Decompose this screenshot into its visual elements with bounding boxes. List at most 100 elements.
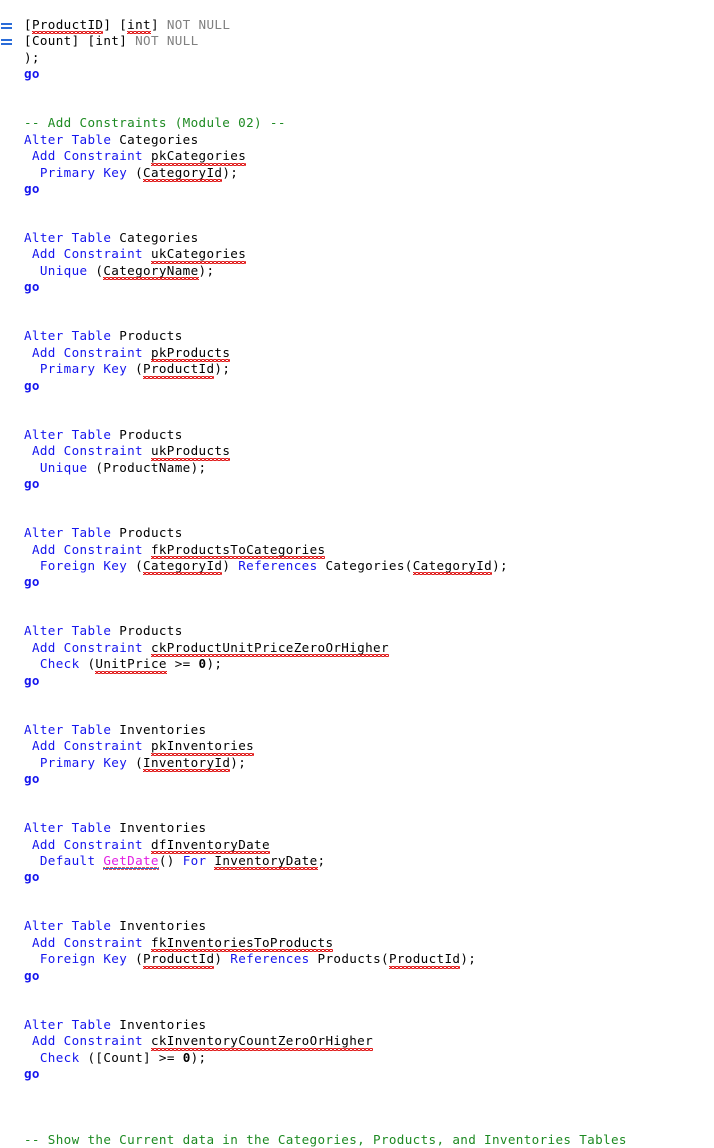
column-name: Count [103, 1049, 144, 1065]
code-line[interactable]: Alter Table Products [0, 427, 714, 443]
code-line[interactable]: Primary Key (ProductId); [0, 361, 714, 380]
for-keyword: For [182, 852, 207, 868]
code-line[interactable]: Add Constraint pkInventories [0, 738, 714, 757]
code-line[interactable]: Alter Table Products [0, 623, 714, 639]
table-name: Products [119, 525, 183, 541]
alter-keyword: Alter [24, 623, 64, 639]
code-line[interactable]: Add Constraint ukProducts [0, 443, 714, 462]
column-name: CategoryId [143, 557, 223, 576]
code-line[interactable]: -- Add Constraints (Module 02) -- [0, 115, 714, 131]
constraint-keyword: Constraint [63, 836, 143, 852]
paren-close: ); [492, 557, 508, 573]
code-line[interactable]: Add Constraint pkProducts [0, 344, 714, 363]
code-line[interactable]: -- Show the Current data in the Categori… [0, 1132, 714, 1148]
paren-close-mid: ) [214, 951, 231, 967]
references-keyword: References [230, 951, 310, 967]
paren-open: ( [87, 262, 104, 278]
code-line[interactable]: Add Constraint ckInventoryCountZeroOrHig… [0, 1033, 714, 1052]
code-line[interactable]: go [0, 574, 714, 590]
go-keyword: go [24, 770, 40, 786]
table-name: Inventories [119, 820, 207, 836]
paren-open: ( [127, 361, 144, 377]
key-keyword: Key [103, 951, 128, 967]
code-line[interactable]: go [0, 181, 714, 197]
code-line[interactable]: Alter Table Categories [0, 230, 714, 246]
code-line[interactable]: Add Constraint pkCategories [0, 148, 714, 166]
code-line[interactable]: [ProductID] [int] NOT NULL [0, 17, 714, 35]
constraint-name: dfInventoryDate [150, 836, 270, 855]
code-line[interactable]: go [0, 968, 714, 984]
code-line[interactable]: Check (UnitPrice >= 0); [0, 656, 714, 675]
code-line[interactable]: Alter Table Inventories [0, 820, 714, 836]
table-name: Categories [119, 131, 199, 147]
check-keyword: Check [39, 1049, 80, 1065]
paren-close: ); [214, 361, 231, 377]
code-line[interactable]: go [0, 869, 714, 885]
code-line[interactable]: ); [0, 50, 714, 66]
code-line[interactable]: Alter Table Inventories [0, 1017, 714, 1033]
constraint-name: fkProductsToCategories [150, 541, 326, 560]
comment-add-constraints: -- Add Constraints (Module 02) -- [24, 115, 286, 131]
code-line[interactable]: Alter Table Inventories [0, 722, 714, 738]
code-line[interactable]: go [0, 378, 714, 394]
sql-code-editor[interactable]: [ProductID] [int] NOT NULL [Count] [int]… [0, 0, 714, 1147]
constraint-keyword: Constraint [63, 639, 143, 655]
code-line[interactable]: go [0, 476, 714, 492]
code-line[interactable]: Unique (CategoryName); [0, 262, 714, 281]
paren-close: ); [230, 754, 247, 770]
constraint-name: pkProducts [150, 344, 231, 363]
check-keyword: Check [39, 656, 80, 672]
code-line[interactable]: Foreign Key (ProductId) References Produ… [0, 951, 714, 970]
code-line[interactable]: Add Constraint fkInventoriesToProducts [0, 935, 714, 953]
code-line[interactable]: Add Constraint fkProductsToCategories [0, 541, 714, 560]
alter-keyword: Alter [24, 721, 64, 737]
code-line[interactable]: Foreign Key (CategoryId) References Cate… [0, 557, 714, 576]
code-line[interactable]: Check ([Count] >= 0); [0, 1050, 714, 1066]
code-line[interactable]: go [0, 279, 714, 295]
column-name: ProductId [143, 951, 215, 970]
code-line[interactable]: [Count] [int] NOT NULL [0, 33, 714, 49]
bracket-open: [ [24, 17, 32, 32]
table-name: Inventories [119, 721, 207, 737]
referenced-table: Categories( [317, 557, 413, 573]
code-line[interactable]: Add Constraint ukCategories [0, 246, 714, 265]
paren-open: ( [127, 754, 144, 770]
column-name: Count [31, 33, 72, 49]
code-line[interactable]: Primary Key (CategoryId); [0, 165, 714, 183]
change-marker-icon [1, 23, 12, 30]
code-line[interactable]: Alter Table Products [0, 328, 714, 344]
code-line[interactable]: Alter Table Inventories [0, 918, 714, 934]
code-line[interactable]: Primary Key (InventoryId); [0, 754, 714, 773]
code-line[interactable]: Add Constraint ckProductUnitPriceZeroOrH… [0, 639, 714, 658]
unique-keyword: Unique [39, 459, 88, 475]
table-keyword: Table [71, 328, 112, 344]
code-line[interactable]: go [0, 66, 714, 82]
primary-keyword: Primary [39, 754, 96, 770]
getdate-function-link[interactable]: GetDate [103, 853, 159, 871]
code-line[interactable]: Add Constraint dfInventoryDate [0, 836, 714, 855]
unique-keyword: Unique [39, 262, 88, 278]
referenced-column: CategoryId [412, 557, 493, 576]
code-line[interactable]: go [0, 673, 714, 689]
code-line[interactable]: go [0, 771, 714, 787]
code-line[interactable]: Alter Table Products [0, 525, 714, 541]
code-line[interactable]: go [0, 1066, 714, 1082]
code-line[interactable]: Unique (ProductName); [0, 460, 714, 476]
constraint-keyword: Constraint [63, 443, 143, 459]
bracket-close: ] [103, 17, 120, 32]
code-line[interactable]: Alter Table Categories [0, 132, 714, 148]
go-keyword: go [24, 475, 40, 491]
go-keyword: go [24, 180, 40, 196]
paren-open: ( [127, 951, 144, 967]
constraint-keyword: Constraint [63, 246, 143, 262]
code-line[interactable]: Default GetDate() For InventoryDate; [0, 852, 714, 871]
